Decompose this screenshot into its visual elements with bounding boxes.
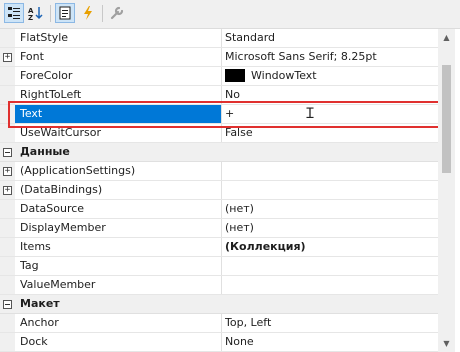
categorized-button[interactable] [4, 3, 24, 23]
property-name: DisplayMember [20, 221, 106, 234]
property-name: (ApplicationSettings) [20, 164, 136, 177]
property-value[interactable]: Top, Left [225, 314, 434, 332]
property-value[interactable]: No [225, 86, 434, 104]
property-name: ValueMember [20, 278, 96, 291]
events-icon [84, 6, 92, 20]
property-value[interactable]: Standard [225, 29, 434, 47]
property-value[interactable] [225, 181, 434, 199]
column-divider[interactable] [221, 257, 222, 275]
property-row[interactable]: ForeColor WindowText [0, 67, 438, 86]
property-name: (DataBindings) [20, 183, 103, 196]
category-name: Данные [20, 145, 70, 158]
property-name: FlatStyle [20, 31, 69, 44]
properties-icon [59, 6, 71, 20]
ibeam-cursor-icon: Ｉ [303, 106, 317, 122]
property-value[interactable]: (нет) [225, 200, 434, 218]
toolbar-separator [50, 5, 51, 22]
properties-button[interactable] [55, 3, 75, 23]
property-name: Font [20, 50, 44, 63]
category-name: Макет [20, 297, 60, 310]
color-name: WindowText [251, 69, 317, 82]
property-name: UseWaitCursor [20, 126, 101, 139]
column-divider[interactable] [221, 276, 222, 294]
scrollbar-thumb[interactable] [442, 65, 451, 173]
column-divider[interactable] [221, 67, 222, 85]
property-row[interactable]: Dock None [0, 333, 438, 352]
scroll-up-icon[interactable]: ▲ [438, 29, 455, 46]
column-divider[interactable] [221, 105, 222, 123]
property-row[interactable]: RightToLeft No [0, 86, 438, 105]
column-divider[interactable] [221, 48, 222, 66]
property-name: Text [15, 105, 221, 123]
color-swatch [225, 68, 245, 82]
column-divider[interactable] [221, 238, 222, 256]
property-name: ForeColor [20, 69, 73, 82]
column-divider[interactable] [221, 181, 222, 199]
vertical-scrollbar[interactable]: ▲ ▼ [438, 29, 455, 352]
alphabetical-button[interactable]: A Z [26, 3, 46, 23]
property-name: Items [20, 240, 51, 253]
property-row[interactable]: Items (Коллекция) [0, 238, 438, 257]
toolbar-separator [102, 5, 103, 22]
column-divider[interactable] [221, 162, 222, 180]
scroll-down-icon[interactable]: ▼ [438, 335, 455, 352]
expand-icon[interactable]: + [3, 52, 12, 62]
category-row[interactable]: Макет [0, 295, 438, 314]
property-value[interactable] [225, 276, 434, 294]
properties-window: A Z FlatStyle Standard + Font Microsoft … [0, 0, 460, 352]
properties-toolbar: A Z [0, 0, 460, 29]
property-row[interactable]: FlatStyle Standard [0, 29, 438, 48]
property-pages-button[interactable] [107, 3, 127, 23]
column-divider[interactable] [221, 124, 222, 142]
events-button[interactable] [78, 3, 98, 23]
property-value[interactable]: WindowText [225, 67, 434, 85]
property-value-input[interactable]: + [225, 105, 434, 123]
category-row[interactable]: Данные [0, 143, 438, 162]
property-row[interactable]: + Font Microsoft Sans Serif; 8.25pt [0, 48, 438, 67]
property-name: DataSource [20, 202, 85, 215]
property-value[interactable]: Microsoft Sans Serif; 8.25pt [225, 48, 434, 66]
column-divider[interactable] [221, 219, 222, 237]
property-row-selected[interactable]: Text + Ｉ [0, 105, 438, 124]
collapse-icon[interactable] [3, 299, 12, 309]
alphabetical-icon: A Z [28, 7, 43, 20]
property-value[interactable]: (Коллекция) [225, 238, 434, 256]
property-grid: FlatStyle Standard + Font Microsoft Sans… [0, 29, 438, 352]
collapse-icon[interactable] [3, 147, 12, 157]
categorized-icon [8, 7, 20, 19]
column-divider[interactable] [221, 86, 222, 104]
wrench-icon [110, 6, 124, 20]
column-divider[interactable] [221, 29, 222, 47]
property-row[interactable]: DataSource (нет) [0, 200, 438, 219]
property-row[interactable]: DisplayMember (нет) [0, 219, 438, 238]
property-value[interactable] [225, 257, 434, 275]
column-divider[interactable] [221, 200, 222, 218]
svg-text:Z: Z [28, 14, 33, 20]
property-name: Anchor [20, 316, 59, 329]
property-row[interactable]: + (ApplicationSettings) [0, 162, 438, 181]
property-row[interactable]: Anchor Top, Left [0, 314, 438, 333]
row-gutter [0, 29, 15, 47]
property-value[interactable]: None [225, 333, 434, 351]
column-divider[interactable] [221, 314, 222, 332]
property-name: Tag [20, 259, 39, 272]
property-name: RightToLeft [20, 88, 82, 101]
property-value[interactable]: False [225, 124, 434, 142]
property-value[interactable]: (нет) [225, 219, 434, 237]
property-row[interactable]: UseWaitCursor False [0, 124, 438, 143]
property-row[interactable]: + (DataBindings) [0, 181, 438, 200]
property-row[interactable]: Tag [0, 257, 438, 276]
property-value[interactable] [225, 162, 434, 180]
expand-icon[interactable]: + [3, 166, 12, 176]
property-row[interactable]: ValueMember [0, 276, 438, 295]
column-divider[interactable] [221, 333, 222, 351]
expand-icon[interactable]: + [3, 185, 12, 195]
property-name: Dock [20, 335, 48, 348]
